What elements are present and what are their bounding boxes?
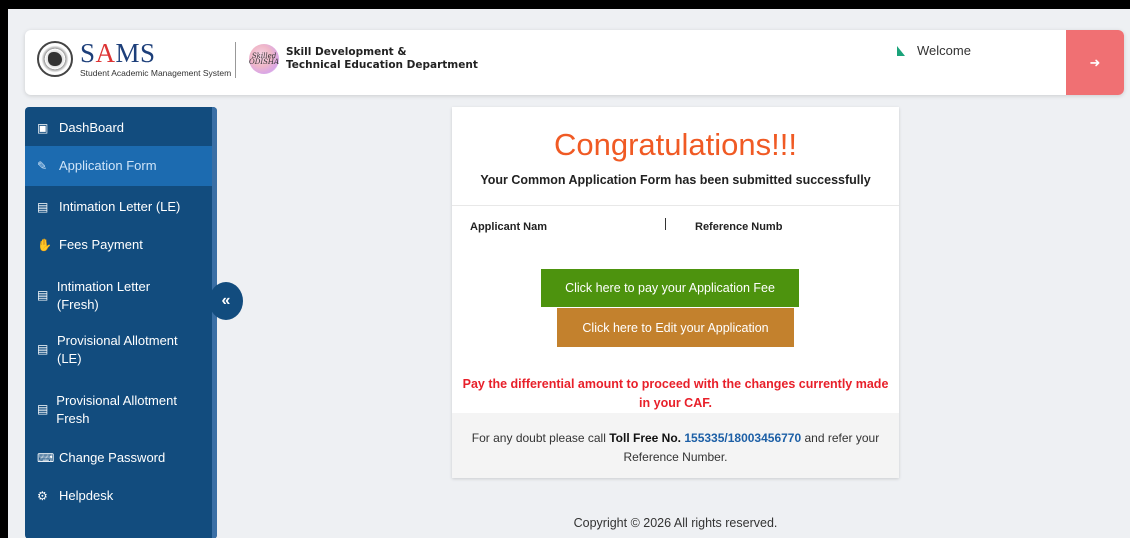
copyright: Copyright © 2026 All rights reserved. (573, 516, 778, 530)
sams-logo[interactable]: SAMS Student Academic Management System (37, 40, 231, 78)
reference-number-value (792, 214, 885, 236)
differential-amount-warning: Pay the differential amount to proceed w… (462, 377, 889, 410)
sidebar-item-change-password[interactable]: ⌨ Change Password (25, 440, 217, 478)
document-icon: ▤ (37, 288, 49, 302)
logout-button[interactable]: ➜ (1066, 30, 1124, 95)
sidebar-item-intimation-letter-le[interactable]: ▤ Intimation Letter (LE) (25, 186, 217, 225)
sidebar-item-label: Provisional Allotment (LE) (56, 333, 178, 366)
top-header: SAMS Student Academic Management System … (25, 30, 1124, 95)
hand-money-icon: ✋ (37, 238, 52, 252)
user-flag-icon (897, 45, 905, 56)
skilled-in-odisha-logo-icon: Skilled ODISHA (249, 44, 279, 74)
help-section: For any doubt please call Toll Free No. … (452, 413, 899, 478)
sams-title: SAMS (80, 38, 156, 68)
helpdesk-icon: ⚙ (37, 489, 48, 503)
sidebar-item-label: DashBoard (59, 120, 125, 135)
sidebar-scrollbar[interactable] (212, 107, 217, 538)
sidebar-item-fees-payment[interactable]: ✋ Fees Payment (25, 225, 217, 264)
sams-subtitle: Student Academic Management System (80, 68, 232, 78)
sidebar-item-intimation-letter-fresh[interactable]: ▤ Intimation Letter (Fresh) (25, 264, 217, 320)
sidebar-item-label: Application Form (59, 158, 157, 173)
help-text: For any doubt please call Toll Free No. … (471, 431, 880, 464)
applicant-name-label: Applicant Nam (470, 221, 548, 233)
dashboard-icon: ▣ (37, 121, 49, 135)
sidebar-item-helpdesk[interactable]: ⚙ Helpdesk (25, 478, 217, 516)
separator (665, 218, 666, 230)
document-icon: ▤ (37, 402, 49, 416)
double-chevron-left-icon: « (221, 292, 231, 309)
sidebar-item-provisional-allotment-le[interactable]: ▤ Provisional Allotment (LE) (25, 320, 217, 379)
sign-out-icon: ➜ (1089, 54, 1101, 70)
submission-message: Your Common Application Form has been su… (480, 173, 871, 187)
dept-line1: Skill Development & (286, 45, 407, 58)
odisha-emblem-icon (37, 40, 73, 77)
applicant-name-value (550, 214, 662, 236)
toll-free-number[interactable]: 155335/18003456770 (684, 431, 801, 445)
app-frame: SAMS Student Academic Management System … (8, 9, 1130, 538)
application-info-row: Applicant Nam Reference Numb (452, 205, 899, 245)
document-icon: ▤ (37, 342, 49, 356)
sidebar-item-label: Fees Payment (59, 237, 143, 252)
sidebar-item-label: Provisional Allotment Fresh (56, 393, 177, 426)
department-logo: Skilled ODISHA Skill Development & Techni… (249, 44, 478, 74)
header-divider (235, 42, 236, 78)
document-icon: ▤ (37, 200, 49, 214)
pay-application-fee-button[interactable]: Click here to pay your Application Fee (541, 269, 799, 307)
sidebar-item-label: Intimation Letter (LE) (59, 199, 181, 214)
sidebar-item-label: Change Password (59, 450, 166, 465)
welcome-text: Welcome (917, 43, 971, 58)
sidebar-item-label: Intimation Letter (Fresh) (56, 279, 151, 312)
edit-application-button[interactable]: Click here to Edit your Application (557, 308, 794, 347)
sidebar-item-dashboard[interactable]: ▣ DashBoard (25, 107, 217, 146)
sidebar-item-provisional-allotment-fresh[interactable]: ▤ Provisional Allotment Fresh (25, 379, 217, 440)
password-icon: ⌨ (37, 451, 55, 465)
reference-number-label: Reference Numb (695, 221, 783, 233)
dept-line2: Technical Education Department (286, 59, 478, 71)
welcome-user[interactable]: Welcome (897, 43, 971, 58)
edit-form-icon: ✎ (37, 159, 48, 173)
sidebar: ▣ DashBoard ✎ Application Form ▤ Intimat… (25, 107, 217, 538)
sidebar-item-label: Helpdesk (59, 488, 114, 503)
congratulations-title: Congratulations!!! (554, 127, 797, 162)
sidebar-collapse-button[interactable]: « (209, 282, 243, 320)
sidebar-item-application-form[interactable]: ✎ Application Form (25, 146, 217, 186)
confirmation-card: Congratulations!!! Your Common Applicati… (452, 107, 899, 478)
